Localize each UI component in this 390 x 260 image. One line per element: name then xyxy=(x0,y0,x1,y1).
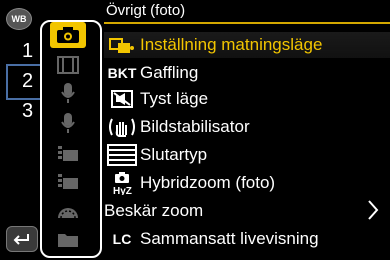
menu-item-label: Gaffling xyxy=(140,63,199,82)
video-setting-icon xyxy=(58,146,78,161)
hybrid-zoom-icon: HyZ xyxy=(104,171,140,195)
camera-icon xyxy=(57,27,79,43)
menu-item-label: Beskär zoom xyxy=(104,201,204,220)
chevron-right-icon[interactable] xyxy=(366,199,380,226)
page-bar-top xyxy=(6,64,40,66)
menu-item-shutter-type[interactable]: Slutartyp xyxy=(104,142,390,168)
svg-text:HyZ: HyZ xyxy=(113,186,132,195)
menu-item-label: Sammansatt livevisning xyxy=(140,229,319,248)
bkt-icon: BKT xyxy=(107,65,137,81)
page-1[interactable]: 1 xyxy=(22,40,33,63)
dial-icon xyxy=(58,208,78,219)
menu-item-label: Slutartyp xyxy=(140,145,208,164)
tab-folder[interactable] xyxy=(50,226,86,252)
tab-dial[interactable] xyxy=(50,198,86,224)
return-icon xyxy=(13,234,29,245)
menu-item-stabilizer[interactable]: Bildstabilisator xyxy=(104,114,390,140)
menu-item-crop-zoom[interactable]: Beskär zoom xyxy=(104,198,390,224)
tab-video-setting-2[interactable] xyxy=(50,168,86,194)
menu-item-silent-mode[interactable]: Tyst läge xyxy=(104,86,390,112)
video-setting-icon xyxy=(58,174,78,189)
tab-video[interactable] xyxy=(50,52,86,78)
tab-video-setting-1[interactable] xyxy=(50,140,86,166)
title-underline xyxy=(104,22,390,24)
menu-item-drive-mode[interactable]: Inställning matningsläge xyxy=(104,32,390,58)
page-bar-left xyxy=(6,64,8,100)
tab-audio-1[interactable] xyxy=(50,80,86,106)
menu-item-label: Inställning matningsläge xyxy=(140,35,323,54)
lc-icon: LC xyxy=(112,231,132,247)
menu-item-live-composite[interactable]: LC Sammansatt livevisning xyxy=(104,226,390,252)
page-3[interactable]: 3 xyxy=(22,100,33,123)
menu-item-label: Bildstabilisator xyxy=(140,117,250,136)
film-icon xyxy=(57,56,79,74)
menu-title: Övrigt (foto) xyxy=(106,2,186,19)
drive-mode-icon xyxy=(104,36,140,54)
silent-mode-icon xyxy=(104,90,140,108)
mic-icon xyxy=(61,113,75,133)
menu-item-hybrid-zoom[interactable]: HyZ Hybridzoom (foto) xyxy=(104,170,390,196)
shutter-type-icon xyxy=(104,144,140,166)
menu-item-label: Hybridzoom (foto) xyxy=(140,173,276,192)
menu-item-bracketing[interactable]: BKT Gaffling xyxy=(104,60,390,86)
mic-icon xyxy=(61,83,75,103)
tab-photo-other[interactable] xyxy=(50,22,86,48)
tab-audio-2[interactable] xyxy=(50,110,86,136)
page-2[interactable]: 2 xyxy=(22,70,33,93)
folder-icon xyxy=(58,234,78,247)
menu-item-label: Tyst läge xyxy=(140,89,209,108)
stabilizer-icon xyxy=(104,117,140,137)
wb-badge[interactable]: WB xyxy=(6,8,32,30)
back-button[interactable] xyxy=(6,226,38,252)
